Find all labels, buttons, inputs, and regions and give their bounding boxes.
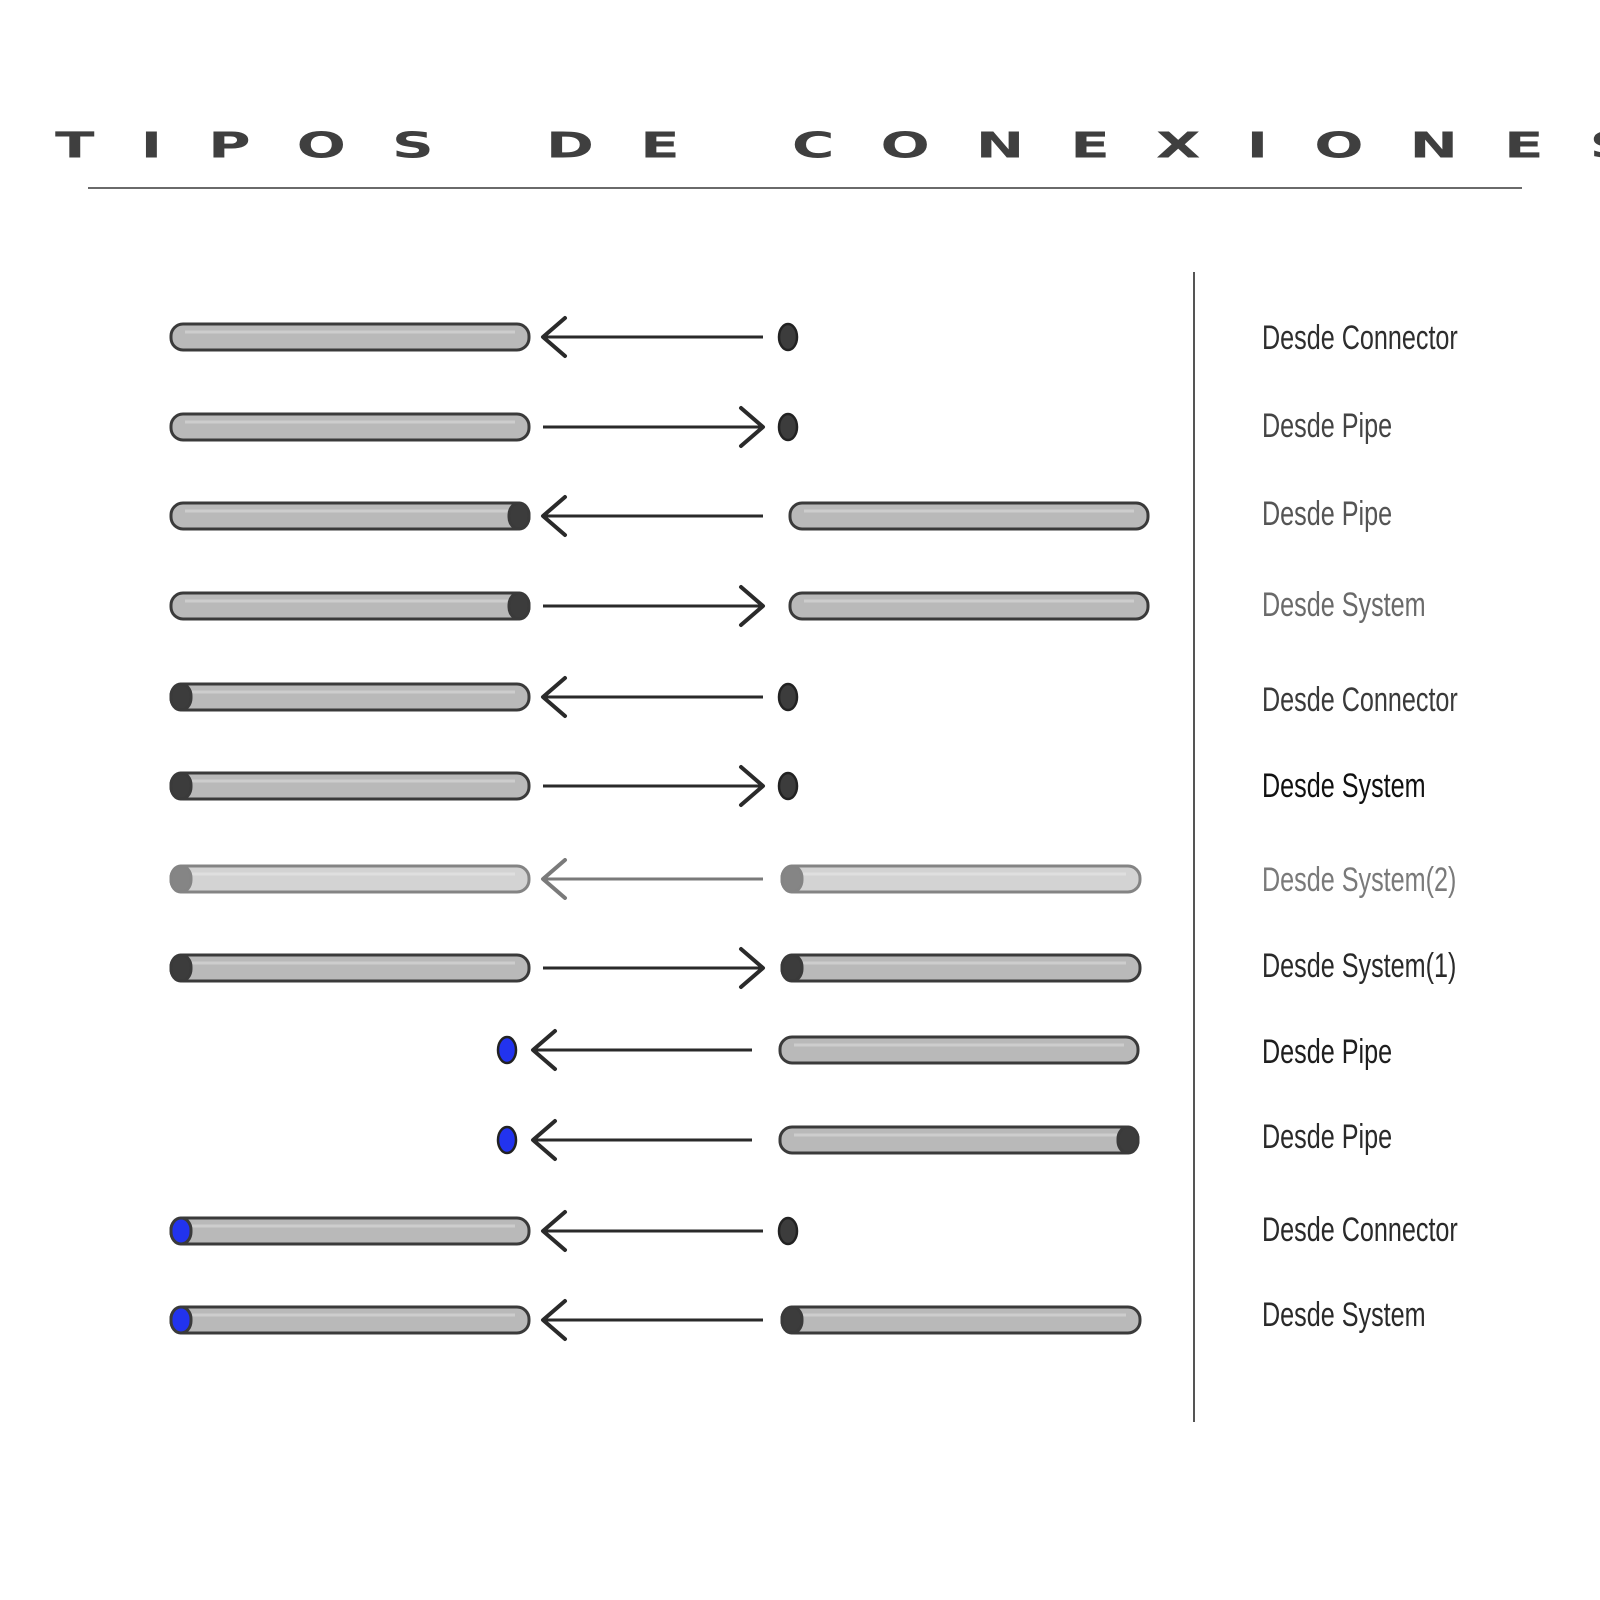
pipe-end-cap bbox=[1116, 1125, 1140, 1155]
right-pipe bbox=[788, 501, 1150, 531]
left-pipe bbox=[169, 322, 531, 352]
row-label: Desde Connector bbox=[1262, 681, 1458, 719]
row-label: Desde System(1) bbox=[1262, 947, 1457, 985]
connection-row-2 bbox=[169, 406, 799, 448]
row-label: Desde Pipe bbox=[1262, 495, 1393, 533]
right-connector bbox=[777, 1216, 799, 1246]
pipe-end-cap bbox=[169, 864, 193, 894]
column-divider bbox=[1193, 272, 1195, 1422]
connection-row-10 bbox=[496, 1119, 1140, 1161]
pipe-end-cap bbox=[507, 591, 531, 621]
left-pipe bbox=[169, 1216, 531, 1246]
arrow-right bbox=[543, 406, 765, 448]
connection-row-9 bbox=[496, 1029, 1140, 1071]
connection-row-7 bbox=[169, 858, 1142, 900]
connection-row-12 bbox=[169, 1299, 1142, 1341]
arrow-right bbox=[543, 765, 765, 807]
pipe-end-cap bbox=[780, 953, 804, 983]
right-pipe bbox=[778, 1125, 1140, 1155]
left-blue-connector bbox=[496, 1125, 518, 1155]
right-connector bbox=[777, 682, 799, 712]
row-label: Desde Connector bbox=[1262, 1211, 1458, 1249]
row-label: Desde System bbox=[1262, 586, 1426, 624]
right-pipe bbox=[788, 591, 1150, 621]
left-pipe bbox=[169, 1305, 531, 1335]
connection-row-3 bbox=[169, 495, 1150, 537]
arrow-left bbox=[541, 676, 763, 718]
arrow-left bbox=[531, 1029, 752, 1071]
arrow-left bbox=[541, 316, 763, 358]
pipe-end-cap bbox=[780, 864, 804, 894]
left-pipe bbox=[169, 864, 531, 894]
arrow-right bbox=[543, 947, 765, 989]
pipe-end-cap bbox=[507, 501, 531, 531]
row-label: Desde System bbox=[1262, 767, 1426, 805]
arrow-left bbox=[541, 1299, 763, 1341]
right-connector bbox=[777, 412, 799, 442]
left-pipe bbox=[169, 953, 531, 983]
pipe-end-cap bbox=[169, 953, 193, 983]
row-label: Desde System(2) bbox=[1262, 861, 1457, 899]
arrow-right bbox=[543, 585, 765, 627]
right-pipe bbox=[778, 1035, 1140, 1065]
left-pipe bbox=[169, 771, 531, 801]
connection-row-1 bbox=[169, 316, 799, 358]
arrow-left bbox=[541, 1210, 763, 1252]
right-pipe bbox=[780, 864, 1142, 894]
arrow-left bbox=[541, 495, 763, 537]
pipe-end-cap bbox=[169, 771, 193, 801]
row-label: Desde System bbox=[1262, 1296, 1426, 1334]
right-pipe bbox=[780, 1305, 1142, 1335]
pipe-end-cap bbox=[169, 1216, 193, 1246]
connection-row-6 bbox=[169, 765, 799, 807]
right-connector bbox=[777, 322, 799, 352]
row-label: Desde Pipe bbox=[1262, 1033, 1393, 1071]
row-label: Desde Pipe bbox=[1262, 1118, 1393, 1156]
pipe-end-cap bbox=[780, 1305, 804, 1335]
row-label: Desde Pipe bbox=[1262, 407, 1393, 445]
left-pipe bbox=[169, 682, 531, 712]
right-pipe bbox=[780, 953, 1142, 983]
connection-row-5 bbox=[169, 676, 799, 718]
left-pipe bbox=[169, 412, 531, 442]
right-connector bbox=[777, 771, 799, 801]
connection-row-4 bbox=[169, 585, 1150, 627]
left-pipe bbox=[169, 591, 531, 621]
connection-row-8 bbox=[169, 947, 1142, 989]
pipe-end-cap bbox=[169, 1305, 193, 1335]
arrow-left bbox=[531, 1119, 752, 1161]
connection-row-11 bbox=[169, 1210, 799, 1252]
arrow-left bbox=[541, 858, 763, 900]
left-pipe bbox=[169, 501, 531, 531]
row-label: Desde Connector bbox=[1262, 319, 1458, 357]
pipe-end-cap bbox=[169, 682, 193, 712]
left-blue-connector bbox=[496, 1035, 518, 1065]
